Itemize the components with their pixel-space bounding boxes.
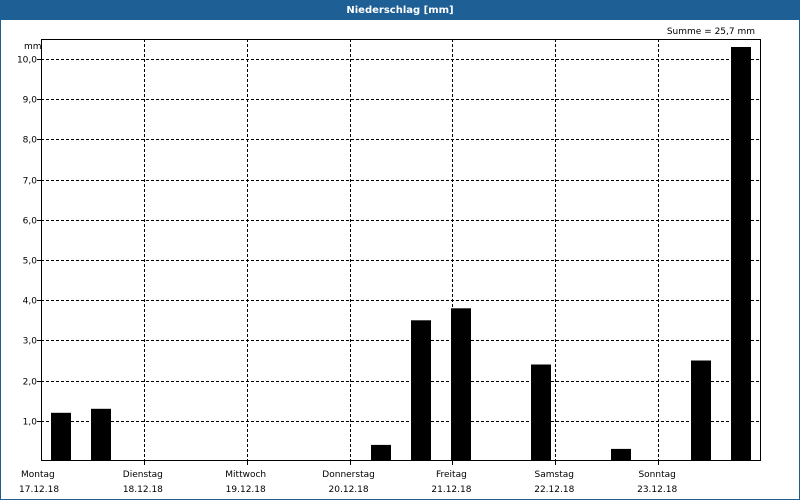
bar [91, 408, 111, 461]
x-date-label: 22.12.18 [534, 485, 574, 495]
x-date-label: 19.12.18 [226, 485, 266, 495]
bar [611, 448, 631, 461]
bar [51, 412, 71, 461]
x-date-label: 21.12.18 [431, 485, 471, 495]
y-tick-label: 2,0 [23, 378, 38, 388]
x-date-label: 18.12.18 [123, 485, 163, 495]
bar [691, 360, 711, 461]
x-day-label: Montag [21, 470, 55, 480]
y-tick-label: 10,0 [17, 56, 37, 66]
y-tick-label: 3,0 [23, 337, 38, 347]
y-tick-label: 8,0 [23, 136, 38, 146]
y-tick-label: 7,0 [23, 177, 38, 187]
x-day-label: Sonntag [638, 470, 675, 480]
sum-annotation: Summe = 25,7 mm [667, 27, 755, 37]
x-day-label: Samstag [535, 470, 574, 480]
plot-frame [41, 39, 761, 461]
x-date-label: 23.12.18 [637, 485, 677, 495]
x-day-label: Donnerstag [322, 470, 375, 480]
x-date-label: 17.12.18 [19, 485, 59, 495]
x-day-label: Dienstag [123, 470, 163, 480]
x-date-label: 20.12.18 [329, 485, 369, 495]
bar [531, 364, 551, 461]
y-tick-label: 9,0 [23, 96, 38, 106]
y-axis-unit-label: mm [24, 42, 42, 52]
y-tick-label: 5,0 [23, 257, 38, 267]
y-tick-label: 6,0 [23, 217, 38, 227]
x-day-label: Freitag [436, 470, 467, 480]
x-day-label: Mittwoch [225, 470, 266, 480]
bar [371, 444, 391, 461]
precipitation-chart: mm Summe = 25,7 mm 1,0 2,0 3,0 4,0 5,0 6,0 7,0… [17, 27, 761, 495]
bar [731, 47, 751, 461]
bar [451, 308, 471, 461]
y-tick-label: 1,0 [23, 418, 38, 428]
bar [411, 320, 431, 461]
y-tick-label: 4,0 [23, 297, 38, 307]
